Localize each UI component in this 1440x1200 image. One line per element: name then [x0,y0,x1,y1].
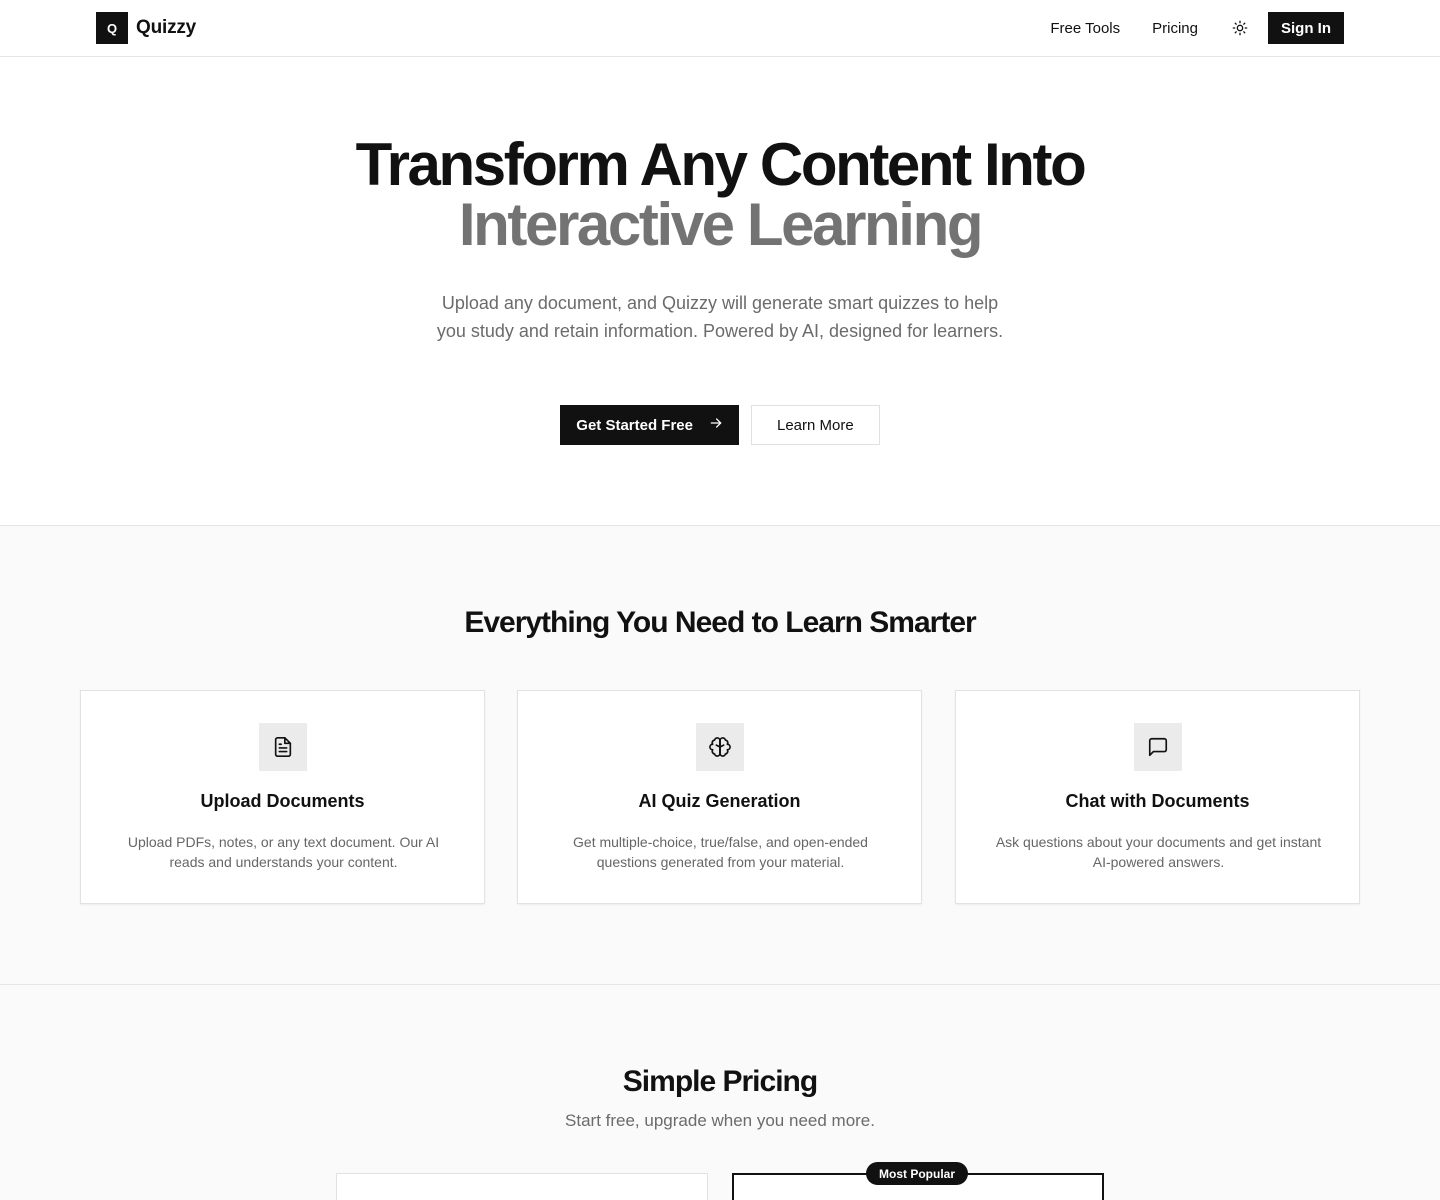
document-icon [259,723,307,771]
feature-card-chat: Chat with Documents Ask questions about … [955,690,1360,904]
feature-title: Chat with Documents [1065,791,1250,811]
hero-title: Transform Any Content Into Interactive L… [0,135,1440,255]
hero-title-line2: Interactive Learning [458,191,984,258]
plan-card-free [336,1173,708,1200]
get-started-button[interactable]: Get Started Free [560,405,739,445]
brand-logo-link[interactable]: Q Quizzy [96,12,196,44]
brand-name: Quizzy [136,17,197,38]
feature-description: Ask questions about your documents and g… [995,834,1322,870]
features-title: Everything You Need to Learn Smarter [464,606,976,639]
feature-description: Upload PDFs, notes, or any text document… [127,834,440,870]
brain-icon [696,723,744,771]
logo-mark: Q [96,12,128,44]
nav-link-pricing[interactable]: Pricing [1152,20,1198,37]
learn-more-button[interactable]: Learn More [751,405,880,445]
pricing-section: Simple Pricing Start free, upgrade when … [0,985,1440,1200]
feature-title: AI Quiz Generation [638,791,801,811]
features-section: Everything You Need to Learn Smarter Upl… [0,526,1440,985]
pricing-title: Simple Pricing [622,1065,818,1098]
nav-menu: Free Tools Pricing Sign In [1050,12,1344,44]
hero-subtitle: Upload any document, and Quizzy will gen… [436,293,1004,341]
arrow-right-icon [709,416,723,434]
feature-description: Get multiple-choice, true/false, and ope… [573,834,868,870]
hero-section: Transform Any Content Into Interactive L… [0,57,1440,526]
hero-title-line1: Transform Any Content Into [355,131,1087,198]
nav-link-free-tools[interactable]: Free Tools [1050,20,1120,37]
hero-cta-group: Get Started Free Learn More [0,405,1440,445]
feature-card-upload: Upload Documents Upload PDFs, notes, or … [80,690,485,904]
pricing-subtitle: Start free, upgrade when you need more. [565,1111,875,1130]
top-navbar: Q Quizzy Free Tools Pricing Sign In [0,0,1440,57]
feature-card-quiz: AI Quiz Generation Get multiple-choice, … [517,690,922,904]
get-started-label: Get Started Free [576,416,693,434]
most-popular-badge: Most Popular [866,1162,969,1185]
sun-icon[interactable] [1230,18,1250,38]
sign-in-button[interactable]: Sign In [1268,12,1344,44]
chat-icon [1134,723,1182,771]
feature-title: Upload Documents [200,791,365,811]
